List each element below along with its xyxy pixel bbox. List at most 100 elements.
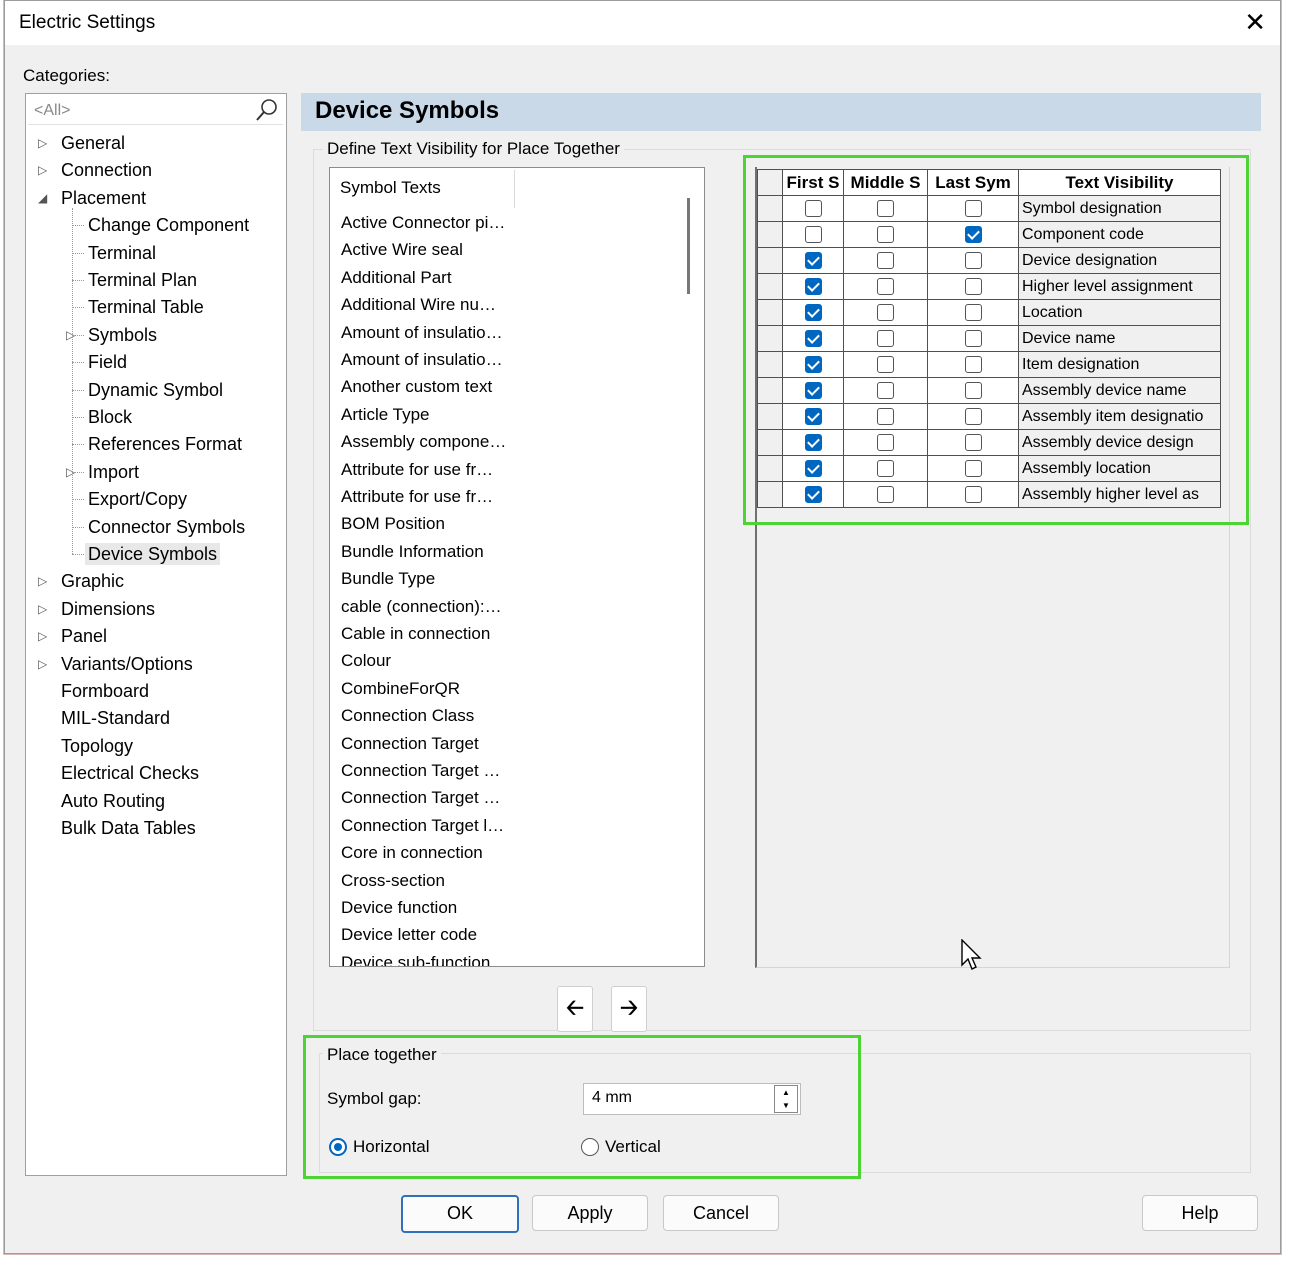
list-item[interactable]: Core in connection: [341, 843, 483, 863]
cancel-button[interactable]: Cancel: [663, 1195, 779, 1231]
list-item[interactable]: Attribute for use fr…: [341, 460, 493, 480]
move-right-button[interactable]: 🡢: [611, 986, 647, 1032]
tree-item-connection[interactable]: Connection: [61, 159, 152, 181]
tree-guide-line: [72, 208, 73, 554]
categories-label: Categories:: [23, 66, 110, 85]
page-title: Device Symbols: [315, 97, 500, 124]
tree-connector: [72, 471, 84, 473]
tree-item-terminal-plan[interactable]: Terminal Plan: [88, 269, 197, 291]
tree-item-bulk-data-tables[interactable]: Bulk Data Tables: [61, 817, 196, 839]
tree-connector: [72, 389, 84, 391]
list-item[interactable]: Amount of insulatio…: [341, 323, 503, 343]
window-title: Electric Settings: [19, 12, 156, 33]
tree-item-symbols[interactable]: Symbols: [88, 324, 157, 346]
list-item[interactable]: Active Connector pi…: [341, 213, 505, 233]
list-item[interactable]: Connection Target …: [341, 788, 500, 808]
list-item[interactable]: Device function: [341, 898, 457, 918]
tree-item-block[interactable]: Block: [88, 406, 132, 428]
title-bar: Electric Settings ✕: [5, 1, 1280, 45]
list-item[interactable]: Additional Part: [341, 268, 452, 288]
tree-item-connector-symbols[interactable]: Connector Symbols: [88, 516, 245, 538]
tree-connector: [72, 554, 84, 555]
symbol-texts-header[interactable]: Symbol Texts: [340, 178, 441, 198]
list-item[interactable]: CombineForQR: [341, 679, 460, 699]
tree-item-field[interactable]: Field: [88, 351, 127, 373]
move-left-button[interactable]: 🡠: [557, 986, 593, 1032]
tree-item-terminal[interactable]: Terminal: [88, 242, 156, 264]
list-item[interactable]: Connection Class: [341, 706, 474, 726]
tree-item-change-component[interactable]: Change Component: [88, 214, 249, 236]
tree-item-electrical-checks[interactable]: Electrical Checks: [61, 762, 199, 784]
list-item[interactable]: Connection Target …: [341, 761, 500, 781]
list-item[interactable]: Active Wire seal: [341, 240, 463, 260]
tree-item-references-format[interactable]: References Format: [88, 433, 242, 455]
list-item[interactable]: Assembly compone…: [341, 432, 506, 452]
expand-icon[interactable]: ▷: [38, 136, 47, 150]
highlight-box-grid: [743, 155, 1249, 525]
list-item[interactable]: Connection Target: [341, 734, 479, 754]
arrow-left-icon: 🡠: [566, 995, 584, 1020]
list-item[interactable]: Attribute for use fr…: [341, 487, 493, 507]
list-scrollbar[interactable]: [687, 198, 690, 294]
tree-item-graphic[interactable]: Graphic: [61, 570, 124, 592]
arrow-right-icon: 🡢: [620, 995, 638, 1020]
tree-connector: [72, 252, 84, 254]
page-header: Device Symbols: [301, 93, 1261, 131]
tree-item-panel[interactable]: Panel: [61, 625, 107, 647]
ok-button[interactable]: OK: [401, 1195, 519, 1233]
tree-item-topology[interactable]: Topology: [61, 735, 133, 757]
expand-icon[interactable]: ▷: [38, 574, 47, 588]
tree-item-export-copy[interactable]: Export/Copy: [88, 488, 187, 510]
tree-connector: [72, 280, 84, 281]
list-item[interactable]: Bundle Type: [341, 569, 435, 589]
electric-settings-dialog: Electric Settings ✕ Categories: <All> ▷ G…: [4, 0, 1281, 1254]
highlight-box-place-together: [303, 1035, 861, 1179]
expand-icon[interactable]: ▷: [38, 163, 47, 177]
tree-item-import[interactable]: Import: [88, 461, 139, 483]
list-item[interactable]: Device letter code: [341, 925, 477, 945]
collapse-icon[interactable]: ◢: [38, 191, 47, 205]
tree-item-device-symbols[interactable]: Device Symbols: [85, 543, 221, 565]
tree-item-dimensions[interactable]: Dimensions: [61, 598, 155, 620]
header-divider: [514, 170, 515, 208]
tree-item-mil-standard[interactable]: MIL-Standard: [61, 707, 170, 729]
close-icon[interactable]: ✕: [1244, 7, 1266, 37]
categories-tree[interactable]: <All> ▷ General ▷ Connection ◢ Placement Chang…: [25, 93, 287, 1176]
tree-connector: [72, 225, 84, 227]
list-item[interactable]: BOM Position: [341, 514, 445, 534]
list-item[interactable]: Cross-section: [341, 871, 445, 891]
expand-icon[interactable]: ▷: [38, 629, 47, 643]
expand-icon[interactable]: ▷: [38, 657, 47, 671]
help-button[interactable]: Help: [1142, 1195, 1258, 1231]
tree-item-terminal-table[interactable]: Terminal Table: [88, 296, 204, 318]
apply-button[interactable]: Apply: [532, 1195, 648, 1231]
list-item[interactable]: Amount of insulatio…: [341, 350, 503, 370]
list-item[interactable]: Another custom text: [341, 377, 492, 397]
list-item[interactable]: cable (connection):…: [341, 597, 502, 617]
expand-icon[interactable]: ▷: [38, 602, 47, 616]
tree-connector: [72, 334, 84, 336]
list-item[interactable]: Cable in connection: [341, 624, 490, 644]
tree-item-variants-options[interactable]: Variants/Options: [61, 653, 193, 675]
tree-item-dynamic-symbol[interactable]: Dynamic Symbol: [88, 379, 223, 401]
tree-item-formboard[interactable]: Formboard: [61, 680, 149, 702]
visibility-group-label: Define Text Visibility for Place Togethe…: [323, 139, 624, 159]
tree-item-placement[interactable]: Placement: [61, 187, 146, 209]
tree-connector: [72, 417, 84, 418]
list-item[interactable]: Article Type: [341, 405, 430, 425]
tree-connector: [72, 526, 84, 528]
tree-connector: [72, 307, 84, 309]
symbol-texts-list[interactable]: Symbol Texts Active Connector pi… Active …: [329, 167, 705, 967]
search-icon[interactable]: [253, 96, 281, 124]
list-item[interactable]: Device sub-function: [341, 953, 490, 966]
tree-item-general[interactable]: General: [61, 132, 125, 154]
list-item[interactable]: Colour: [341, 651, 391, 671]
list-item[interactable]: Connection Target l…: [341, 816, 504, 836]
list-item[interactable]: Additional Wire nu…: [341, 295, 496, 315]
category-search[interactable]: <All>: [28, 96, 283, 125]
search-input[interactable]: <All>: [34, 102, 70, 120]
list-item[interactable]: Bundle Information: [341, 542, 484, 562]
mouse-cursor-icon: [961, 939, 982, 970]
tree-item-auto-routing[interactable]: Auto Routing: [61, 790, 165, 812]
tree-connector: [72, 362, 84, 364]
